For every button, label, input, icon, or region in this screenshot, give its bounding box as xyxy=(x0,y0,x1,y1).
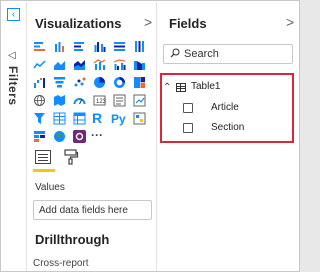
area-chart-icon[interactable] xyxy=(53,58,66,71)
fields-pane: Fields > ⌃ Table1 Article Section xyxy=(157,2,299,271)
line-chart-icon[interactable] xyxy=(33,58,46,71)
collapse-left-icon[interactable]: ‹ xyxy=(7,8,20,21)
svg-text:123: 123 xyxy=(96,99,106,105)
clustered-column-chart-icon[interactable] xyxy=(93,40,106,53)
checkbox[interactable] xyxy=(183,103,193,113)
search-input[interactable] xyxy=(184,47,288,61)
100-stacked-column-chart-icon[interactable] xyxy=(133,40,146,53)
fields-collapse-chevron[interactable]: > xyxy=(286,14,294,30)
filters-rail: ‹ ◁ Filters xyxy=(2,2,27,271)
python-visual-icon[interactable]: Py xyxy=(111,111,129,127)
r-script-visual-icon[interactable]: R xyxy=(92,110,106,126)
paint-roller-icon[interactable] xyxy=(63,149,79,165)
ribbon-chart-icon[interactable] xyxy=(133,58,146,71)
map-icon[interactable] xyxy=(33,94,46,107)
field-item-article[interactable]: Article xyxy=(177,102,277,116)
donut-chart-icon[interactable] xyxy=(113,76,126,89)
drillthrough-title: Drillthrough xyxy=(35,232,110,247)
table-icon xyxy=(176,83,186,92)
scatter-chart-icon[interactable] xyxy=(73,76,86,89)
slicer-icon[interactable] xyxy=(33,112,46,125)
app-frame: ‹ ◁ Filters Visualizations > 123 R Py ··… xyxy=(0,0,300,272)
fields-title: Fields xyxy=(169,16,207,31)
treemap-icon[interactable] xyxy=(133,76,146,89)
visualizations-collapse-chevron[interactable]: > xyxy=(144,14,152,30)
filter-chevron-icon[interactable]: ◁ xyxy=(8,50,16,61)
waterfall-chart-icon[interactable] xyxy=(33,76,46,89)
search-icon xyxy=(170,48,180,58)
table-name[interactable]: Table1 xyxy=(191,81,220,92)
visualizations-pane: Visualizations > 123 R Py ··· Values Add… xyxy=(27,2,157,271)
key-influencers-icon[interactable] xyxy=(133,112,146,125)
filters-label[interactable]: Filters xyxy=(6,66,20,106)
active-tab-underline xyxy=(33,169,55,172)
fields-search-box[interactable] xyxy=(163,44,293,64)
line-and-stacked-column-chart-icon[interactable] xyxy=(93,58,106,71)
matrix-icon[interactable] xyxy=(73,112,86,125)
filled-map-icon[interactable] xyxy=(53,94,66,107)
table-visual-icon[interactable] xyxy=(53,112,66,125)
stacked-area-chart-icon[interactable] xyxy=(73,58,86,71)
globe-map-icon[interactable] xyxy=(53,130,66,143)
stacked-bar-chart-icon[interactable] xyxy=(33,40,46,53)
stacked-column-chart-icon[interactable] xyxy=(53,40,66,53)
gauge-icon[interactable] xyxy=(73,94,86,107)
fields-tab-icon[interactable] xyxy=(35,150,51,164)
multi-row-card-icon[interactable] xyxy=(113,94,126,107)
values-label: Values xyxy=(35,182,65,193)
kpi-icon[interactable] xyxy=(133,94,146,107)
decomposition-tree-icon[interactable] xyxy=(33,130,46,143)
visualizations-title: Visualizations xyxy=(35,16,122,31)
pie-chart-icon[interactable] xyxy=(93,76,106,89)
add-data-fields-well[interactable]: Add data fields here xyxy=(33,200,152,220)
checkbox[interactable] xyxy=(183,123,193,133)
pane-tabs xyxy=(33,148,93,174)
collapse-caret-icon[interactable]: ⌃ xyxy=(163,82,171,93)
card-icon[interactable]: 123 xyxy=(93,94,106,107)
clustered-bar-chart-icon[interactable] xyxy=(73,40,86,53)
power-apps-icon[interactable] xyxy=(73,130,86,143)
field-label: Section xyxy=(211,122,245,133)
field-label: Article xyxy=(211,102,239,113)
table-node[interactable]: ⌃ Table1 xyxy=(163,81,283,96)
field-item-section[interactable]: Section xyxy=(177,122,277,136)
funnel-chart-icon[interactable] xyxy=(53,76,66,89)
line-and-clustered-column-chart-icon[interactable] xyxy=(113,58,126,71)
100-stacked-bar-chart-icon[interactable] xyxy=(113,40,126,53)
cross-report-label: Cross-report xyxy=(33,258,89,269)
more-visuals-icon[interactable]: ··· xyxy=(91,128,111,142)
